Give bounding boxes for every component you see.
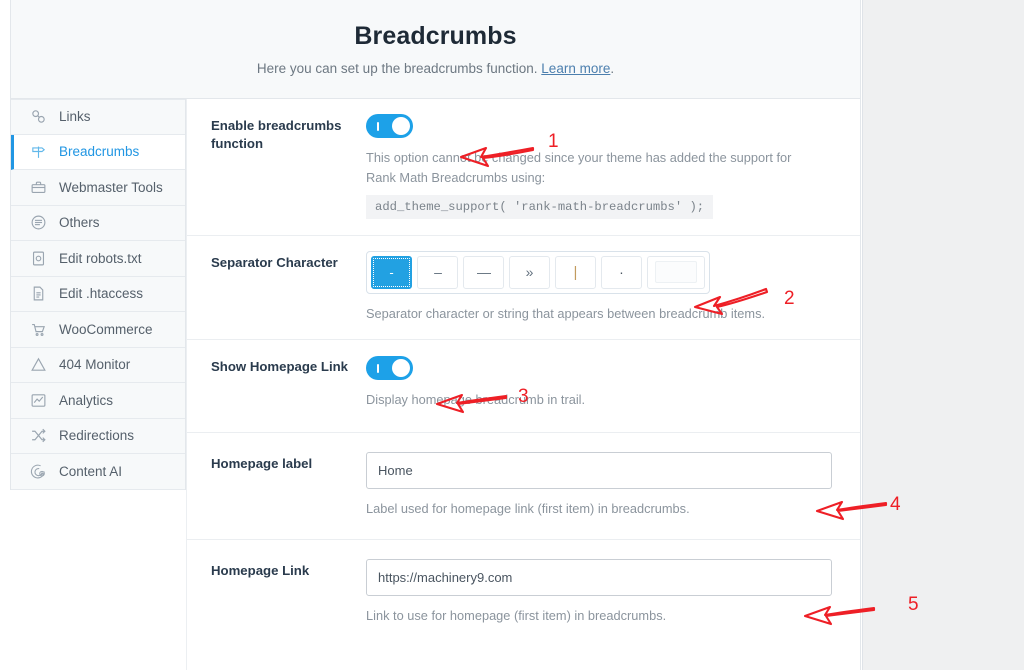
separator-option-label: · xyxy=(619,264,624,281)
page-root: Breadcrumbs Here you can set up the brea… xyxy=(0,0,1024,670)
settings-panel: Enable breadcrumbs function This option … xyxy=(186,99,861,670)
shuffle-icon xyxy=(29,426,48,445)
separator-option-label: » xyxy=(525,264,534,281)
show-homepage-link-help: Display homepage breadcrumb in trail. xyxy=(366,392,586,408)
homepage-link-help: Link to use for homepage (first item) in… xyxy=(366,608,667,624)
settings-sidebar: Links Breadcrumbs Webmaster Tools Others… xyxy=(10,99,186,490)
setting-row-enable-breadcrumbs: Enable breadcrumbs function This option … xyxy=(187,99,860,236)
separator-character-help: Separator character or string that appea… xyxy=(366,305,766,321)
sidebar-item-others[interactable]: Others xyxy=(11,205,185,241)
toggle-knob xyxy=(392,359,410,378)
sidebar-item-label: Others xyxy=(59,215,100,230)
page-subtitle: Here you can set up the breadcrumbs func… xyxy=(11,51,860,76)
toggle-bar xyxy=(377,122,379,131)
setting-row-separator-character: Separator Character - – — » | · Separato… xyxy=(187,236,860,341)
setting-row-homepage-label: Homepage label Home Label used for homep… xyxy=(187,433,860,541)
sidebar-item-label: Links xyxy=(59,109,91,124)
sidebar-item-webmaster-tools[interactable]: Webmaster Tools xyxy=(11,170,185,206)
list-circle-icon xyxy=(29,213,48,232)
show-homepage-link-label: Show Homepage Link xyxy=(211,359,349,375)
homepage-link-label: Homepage Link xyxy=(211,563,310,579)
sidebar-item-label: Edit robots.txt xyxy=(59,250,142,266)
sidebar-item-label: Edit .htaccess xyxy=(59,286,144,301)
enable-breadcrumbs-help: This option cannot be changed since your… xyxy=(366,150,792,185)
separator-option-hyphen[interactable]: - xyxy=(371,255,412,289)
sidebar-item-edit-htaccess[interactable]: Edit .htaccess xyxy=(11,276,185,312)
sidebar-item-woocommerce[interactable]: WooCommerce xyxy=(11,312,185,348)
separator-option-em-dash[interactable]: — xyxy=(463,255,504,289)
setting-row-homepage-link: Homepage Link https://machinery9.com Lin… xyxy=(187,540,860,646)
theme-support-code: add_theme_support( 'rank-math-breadcrumb… xyxy=(366,194,714,219)
sidebar-item-redirections[interactable]: Redirections xyxy=(11,418,185,454)
enable-breadcrumbs-toggle[interactable] xyxy=(366,114,413,138)
separator-option-label: – xyxy=(434,264,442,281)
toolbox-icon xyxy=(29,178,48,197)
robots-file-icon xyxy=(29,249,48,268)
toggle-knob xyxy=(392,117,410,135)
setting-row-show-homepage-link: Show Homepage Link Display homepage brea… xyxy=(187,340,860,434)
sidebar-item-label: 404 Monitor xyxy=(59,357,131,372)
learn-more-link[interactable]: Learn more xyxy=(541,61,610,76)
separator-option-label: | xyxy=(573,263,578,281)
homepage-label-input[interactable]: Home xyxy=(366,452,832,490)
separator-character-label: Separator Character xyxy=(211,254,338,270)
warning-triangle-icon xyxy=(29,355,48,374)
sidebar-item-404-monitor[interactable]: 404 Monitor xyxy=(11,347,185,383)
link-icon xyxy=(29,107,48,126)
page-subtitle-period: . xyxy=(610,61,615,76)
enable-breadcrumbs-label: Enable breadcrumbs function xyxy=(211,118,342,151)
separator-custom-field[interactable] xyxy=(647,255,705,289)
separator-option-en-dash[interactable]: – xyxy=(417,255,458,289)
separator-custom-input[interactable] xyxy=(655,261,697,284)
sidebar-item-label: Analytics xyxy=(59,392,114,408)
sidebar-item-edit-robots-txt[interactable]: Edit robots.txt xyxy=(11,241,185,277)
toggle-bar xyxy=(377,364,379,374)
show-homepage-link-toggle[interactable] xyxy=(366,356,413,381)
chart-icon xyxy=(29,391,48,410)
page-header: Breadcrumbs Here you can set up the brea… xyxy=(10,0,861,99)
page-subtitle-text: Here you can set up the breadcrumbs func… xyxy=(256,61,542,76)
separator-option-guillemet[interactable]: » xyxy=(509,255,550,289)
separator-option-label: - xyxy=(389,264,394,280)
sidebar-item-label: Redirections xyxy=(59,428,135,443)
separator-option-label: — xyxy=(477,264,491,281)
sidebar-item-label: Content AI xyxy=(59,463,123,479)
content-ai-icon xyxy=(29,462,48,481)
homepage-label-label: Homepage label xyxy=(211,456,313,472)
separator-character-group[interactable]: - – — » | · xyxy=(366,250,710,294)
sidebar-item-content-ai[interactable]: Content AI xyxy=(11,454,185,490)
homepage-link-input[interactable]: https://machinery9.com xyxy=(366,559,832,597)
separator-option-middot[interactable]: · xyxy=(601,255,642,289)
cart-icon xyxy=(29,320,48,339)
sidebar-item-label: Webmaster Tools xyxy=(59,179,163,195)
sidebar-item-links[interactable]: Links xyxy=(11,99,185,135)
sidebar-item-label: Breadcrumbs xyxy=(59,144,140,159)
sidebar-item-analytics[interactable]: Analytics xyxy=(11,383,185,419)
sidebar-item-breadcrumbs[interactable]: Breadcrumbs xyxy=(11,134,185,170)
separator-option-pipe[interactable]: | xyxy=(555,255,596,289)
sidebar-item-label: WooCommerce xyxy=(59,321,153,337)
page-title: Breadcrumbs xyxy=(354,22,517,50)
page-background-right xyxy=(862,0,1024,670)
signpost-icon xyxy=(29,142,48,161)
homepage-label-help: Label used for homepage link (first item… xyxy=(366,501,690,517)
document-icon xyxy=(29,284,48,303)
